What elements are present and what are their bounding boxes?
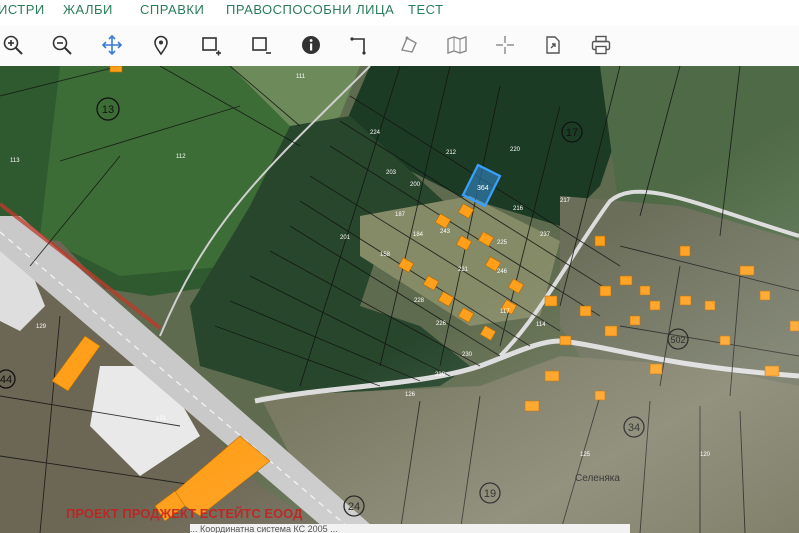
print-button[interactable]	[586, 30, 616, 60]
parcel-label: 230	[462, 352, 473, 358]
place-label: Селеняка	[575, 473, 620, 484]
draw-button[interactable]	[394, 30, 424, 60]
parcel-label: 216	[513, 206, 524, 212]
parcel-label: 226	[436, 321, 447, 327]
measure-line-icon	[350, 37, 366, 55]
parcel-label: 114	[536, 322, 546, 328]
marker-label: 13	[102, 104, 114, 116]
menu-complaints[interactable]: ЖАЛБИ	[63, 2, 113, 17]
map-layers-icon	[447, 36, 467, 54]
marker-label: 44	[0, 374, 12, 386]
pan-icon	[101, 34, 123, 56]
parcel-label: 239	[435, 372, 446, 378]
select-add-icon	[202, 37, 221, 56]
parcel-label: 184	[413, 232, 424, 238]
parcel-label: 117	[500, 309, 510, 315]
location-button[interactable]	[146, 30, 176, 60]
zoom-in-button[interactable]	[0, 30, 28, 60]
parcel-label: 231	[458, 267, 469, 273]
parcel-label: 237	[540, 232, 551, 238]
export-icon	[546, 36, 560, 54]
marker-label: 19	[484, 488, 496, 500]
cadastral-map[interactable]: 364 13 17 24 502 34 19 44 111 112 113 18…	[0, 66, 799, 533]
crosshair-button[interactable]	[490, 30, 520, 60]
status-bar: ... Координатна система КС 2005 ...	[190, 524, 630, 533]
map-canvas[interactable]: 364 13 17 24 502 34 19 44 111 112 113 18…	[0, 66, 799, 533]
parcel-label: 125	[580, 452, 591, 458]
parcel-label: 113	[10, 158, 20, 164]
zoom-out-icon	[52, 35, 72, 55]
draw-icon	[401, 36, 417, 53]
export-button[interactable]	[538, 30, 568, 60]
measure-button[interactable]	[345, 30, 375, 60]
zoom-out-button[interactable]	[47, 30, 77, 60]
parcel-label: 228	[414, 298, 425, 304]
marker-label: 17	[566, 127, 578, 139]
parcel-label: 111	[296, 74, 306, 80]
parcel-label: 246	[497, 269, 508, 275]
map-layers-button[interactable]	[442, 30, 472, 60]
parcel-label: 129	[36, 324, 47, 330]
print-icon	[591, 35, 611, 55]
pan-button[interactable]	[97, 30, 127, 60]
parcel-label: 201	[340, 235, 351, 241]
map-toolbar	[0, 26, 799, 67]
parcel-label: 187	[395, 212, 406, 218]
parcel-label: 212	[446, 150, 457, 156]
info-icon	[302, 36, 320, 54]
menu-registers[interactable]: ИСТРИ	[0, 2, 45, 17]
marker-label: 502	[670, 335, 685, 345]
watermark-text: ПРОЕКТ ПРОДЖЕКТ ЕСТЕЙТС ЕООД	[66, 506, 303, 521]
zoom-in-icon	[3, 35, 23, 55]
select-remove-icon	[252, 37, 271, 54]
menu-legal-entities[interactable]: ПРАВОСПОСОБНИ ЛИЦА	[226, 2, 394, 17]
selected-parcel-label: 364	[477, 185, 489, 192]
parcel-label: 220	[510, 147, 521, 153]
parcel-label: 203	[386, 170, 397, 176]
parcel-label: 131	[156, 416, 167, 422]
menu-reports[interactable]: СПРАВКИ	[140, 2, 204, 17]
info-button[interactable]	[296, 30, 326, 60]
menu-bar: ИСТРИ ЖАЛБИ СПРАВКИ ПРАВОСПОСОБНИ ЛИЦА Т…	[0, 0, 799, 24]
parcel-label: 225	[497, 240, 508, 246]
parcel-label: 112	[176, 154, 186, 160]
select-remove-button[interactable]	[246, 30, 276, 60]
marker-label: 34	[628, 422, 640, 434]
parcel-label: 200	[410, 182, 421, 188]
marker-label: 24	[348, 501, 360, 513]
parcel-label: 217	[560, 198, 571, 204]
parcel-label: 243	[440, 229, 451, 235]
parcel-label: 126	[405, 392, 416, 398]
parcel-label: 158	[380, 252, 391, 258]
menu-test[interactable]: ТЕСТ	[408, 2, 444, 17]
crosshair-icon	[496, 36, 514, 54]
parcel-label: 120	[700, 452, 711, 458]
location-pin-icon	[154, 35, 168, 56]
select-add-button[interactable]	[196, 30, 226, 60]
parcel-label: 224	[370, 130, 381, 136]
